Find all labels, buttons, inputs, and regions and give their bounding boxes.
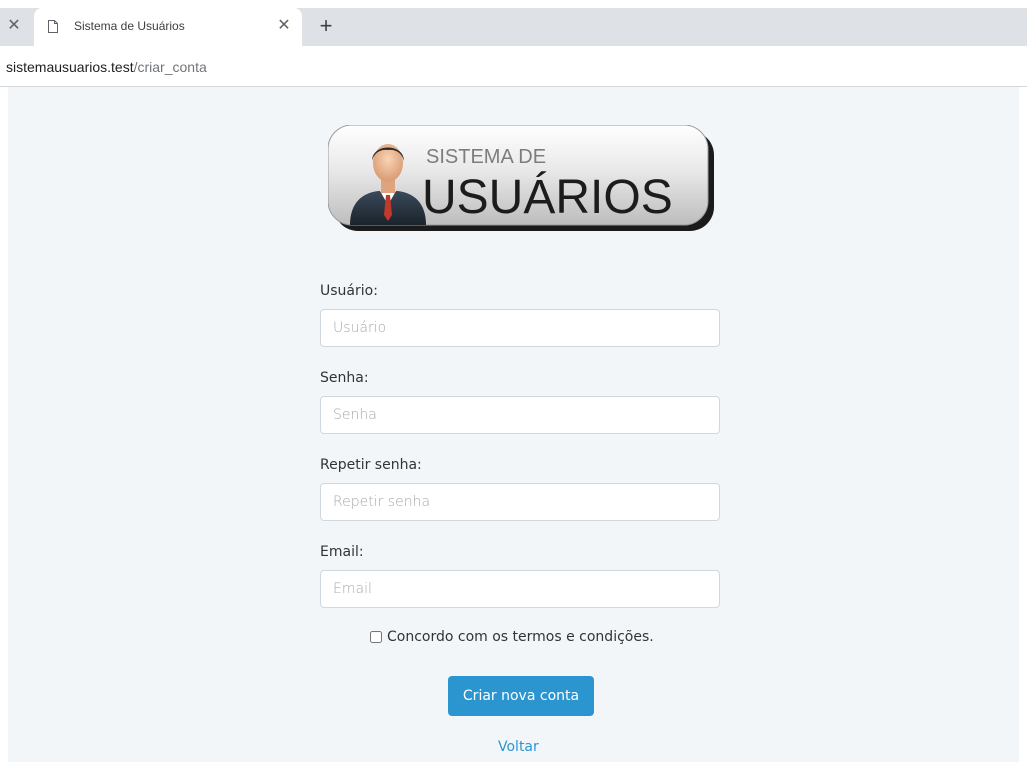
email-input[interactable]	[320, 570, 720, 608]
tab-title: Sistema de Usuários	[74, 19, 185, 33]
terms-label: Concordo com os termos e condições.	[387, 629, 654, 645]
url-text[interactable]: sistemausuarios.test/criar_conta	[6, 59, 207, 75]
browser-tab[interactable]: Sistema de Usuários ✕	[34, 8, 302, 46]
usuario-label: Usuário:	[320, 283, 378, 299]
repetir-senha-input[interactable]	[320, 483, 720, 521]
url-host: sistemausuarios.test	[6, 59, 134, 75]
address-bar[interactable]: sistemausuarios.test/criar_conta	[0, 46, 1027, 87]
senha-label: Senha:	[320, 370, 369, 386]
tab-strip: ✕ Sistema de Usuários ✕ +	[0, 0, 1027, 46]
logo-line1: SISTEMA DE	[426, 146, 546, 168]
page-content: SISTEMA DE USUÁRIOS Usuário: Senha: Repe…	[8, 87, 1019, 762]
usuario-input[interactable]	[320, 309, 720, 347]
back-link[interactable]: Voltar	[498, 739, 539, 755]
email-label: Email:	[320, 544, 364, 560]
terms-row[interactable]: Concordo com os termos e condições.	[370, 629, 654, 645]
repetir-senha-label: Repetir senha:	[320, 457, 422, 473]
document-icon	[48, 20, 58, 33]
senha-input[interactable]	[320, 396, 720, 434]
url-path: /criar_conta	[133, 59, 207, 75]
new-tab-icon[interactable]: +	[316, 15, 336, 37]
site-logo: SISTEMA DE USUÁRIOS	[328, 125, 714, 231]
terms-checkbox[interactable]	[370, 631, 382, 643]
create-account-button[interactable]: Criar nova conta	[448, 676, 594, 716]
logo-line2: USUÁRIOS	[422, 171, 673, 224]
tab-close-icon[interactable]: ✕	[276, 18, 292, 34]
close-icon[interactable]: ✕	[6, 18, 22, 34]
